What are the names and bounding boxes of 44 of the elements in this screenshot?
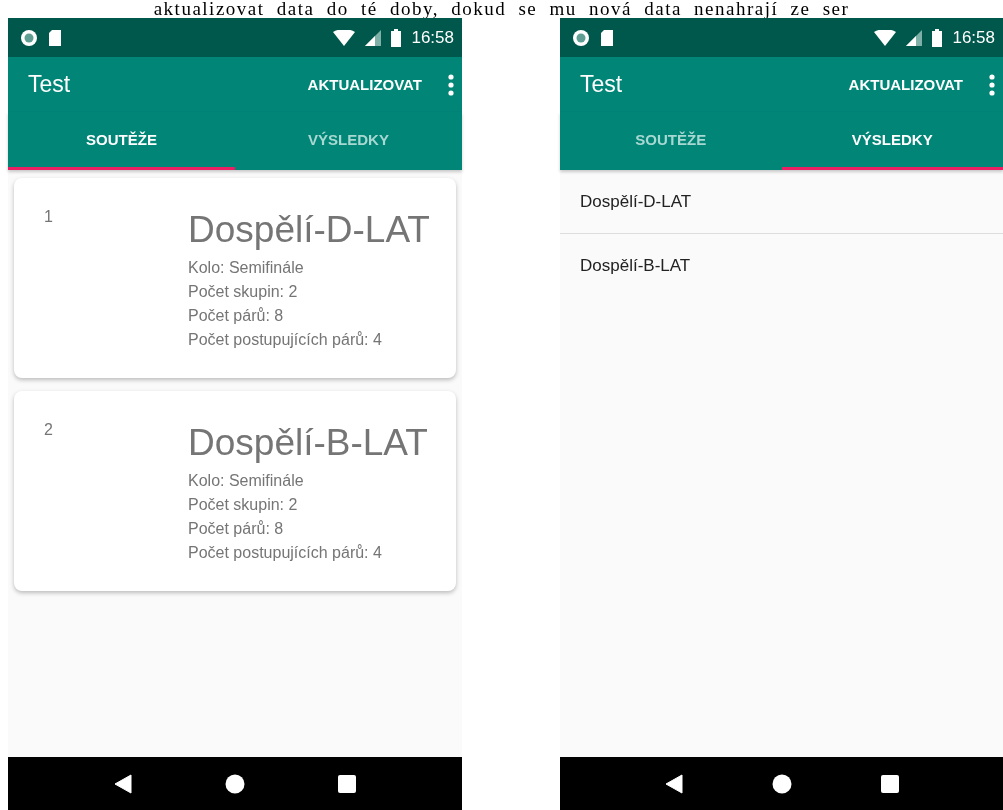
back-icon xyxy=(664,773,683,794)
competition-card[interactable]: 1 Dospělí-D-LAT Kolo: Semifinále Počet skupin: 2 Počet párů: 8 Počet postupujících párů: 4 xyxy=(14,178,456,378)
card-detail: Počet skupin: 2 xyxy=(188,495,299,515)
card-detail: Počet párů: 8 xyxy=(188,306,285,326)
signal-icon xyxy=(365,29,382,46)
signal-icon xyxy=(906,29,923,46)
card-title: Dospělí-D-LAT xyxy=(188,208,430,252)
update-button[interactable]: AKTUALIZOVAT xyxy=(838,68,973,101)
result-item[interactable]: Dospělí-D-LAT xyxy=(560,170,1003,234)
home-icon xyxy=(771,773,792,794)
status-time: 16:58 xyxy=(952,27,995,48)
sd-card-icon xyxy=(48,28,62,47)
card-number: 1 xyxy=(44,208,54,227)
card-detail: Počet skupin: 2 xyxy=(188,282,299,302)
sd-card-icon xyxy=(600,28,614,47)
app-title: Test xyxy=(580,71,624,98)
tab[interactable]: SOUTĚŽE xyxy=(8,112,235,170)
recents-icon xyxy=(880,774,899,793)
record-icon xyxy=(20,28,38,47)
recents-icon xyxy=(337,774,356,793)
back-icon xyxy=(114,773,133,794)
status-time: 16:58 xyxy=(411,27,454,48)
battery-icon xyxy=(391,28,402,47)
competition-card[interactable]: 2 Dospělí-B-LAT Kolo: Semifinále Počet skupin: 2 Počet párů: 8 Počet postupujících párů: 4 xyxy=(14,391,456,591)
tab[interactable]: VÝSLEDKY xyxy=(781,112,1003,170)
result-item[interactable]: Dospělí-B-LAT xyxy=(560,234,1003,297)
more-menu-icon[interactable] xyxy=(989,73,995,96)
battery-icon xyxy=(932,28,943,47)
home-icon xyxy=(225,773,245,794)
wifi-icon xyxy=(333,29,356,46)
card-detail: Kolo: Semifinále xyxy=(188,471,305,491)
update-button[interactable]: AKTUALIZOVAT xyxy=(297,68,432,101)
card-number: 2 xyxy=(44,421,54,440)
more-menu-icon[interactable] xyxy=(448,73,454,96)
card-title: Dospělí-B-LAT xyxy=(188,421,428,465)
record-icon xyxy=(572,28,590,47)
card-detail: Kolo: Semifinále xyxy=(188,258,305,278)
card-detail: Počet postupujících párů: 4 xyxy=(188,330,383,350)
app-title: Test xyxy=(28,71,72,98)
card-detail: Počet postupujících párů: 4 xyxy=(188,543,383,563)
card-detail: Počet párů: 8 xyxy=(188,519,285,539)
tab[interactable]: SOUTĚŽE xyxy=(560,112,782,170)
tab[interactable]: VÝSLEDKY xyxy=(235,112,462,170)
wifi-icon xyxy=(874,29,897,46)
